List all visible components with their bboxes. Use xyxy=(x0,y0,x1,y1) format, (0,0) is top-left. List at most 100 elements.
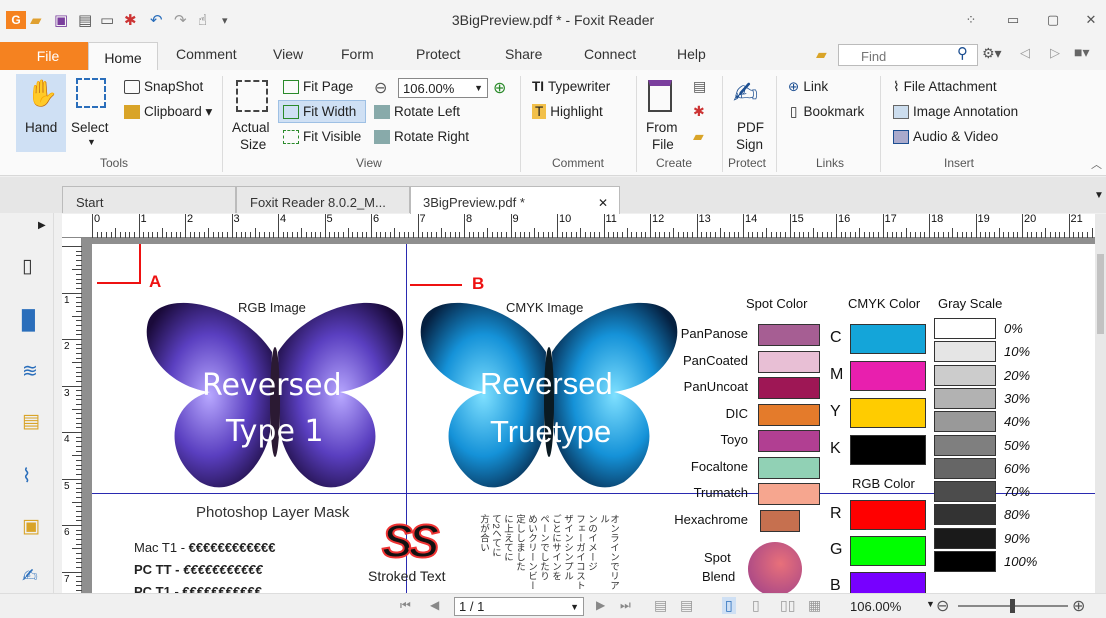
attachment-icon[interactable]: ⌇ xyxy=(22,465,31,488)
select-dropdown-icon[interactable]: ▼ xyxy=(87,137,96,147)
page-number-input[interactable]: 1 / 1 ▼ xyxy=(454,597,584,616)
ruler-minor-tick xyxy=(72,501,82,503)
spot-color-swatch xyxy=(758,350,820,373)
collapse-ribbon-icon[interactable]: ︿ xyxy=(1091,156,1102,172)
ruler-tick xyxy=(789,214,791,238)
links-group-label: Links xyxy=(816,156,845,170)
reversed-type1-line2: Type 1 xyxy=(226,414,324,449)
tab-view[interactable]: View xyxy=(273,46,303,62)
zoom-slider-thumb[interactable] xyxy=(1010,599,1015,613)
from-file-button[interactable]: From xyxy=(646,120,678,135)
gray-swatch xyxy=(934,364,996,386)
search-icon[interactable]: ⚲ xyxy=(957,44,968,62)
zoom-in-icon[interactable]: ⊕ xyxy=(493,78,506,98)
mac-t1-line: Mac T1 - €€€€€€€€€€€€ xyxy=(134,540,275,555)
last-page-icon[interactable]: ⏭ xyxy=(620,598,631,613)
tab-3bigpreview[interactable]: 3BigPreview.pdf * xyxy=(423,195,525,210)
pdf-sign-button[interactable]: PDF xyxy=(737,120,764,135)
image-annotation-button[interactable]: Image Annotation xyxy=(893,104,1018,120)
audio-video-button[interactable]: Audio & Video xyxy=(893,129,998,145)
ruler-tick xyxy=(650,214,651,238)
zoom-in-status-icon[interactable]: ⊕ xyxy=(1072,596,1085,616)
expand-panel-icon[interactable]: ▶ xyxy=(38,220,46,231)
tab-protect[interactable]: Protect xyxy=(416,46,460,62)
snapshot-label: SnapShot xyxy=(144,79,204,94)
ruler-tick xyxy=(836,214,837,238)
zoom-out-icon[interactable]: ⊖ xyxy=(374,78,387,98)
clipboard-button[interactable]: Clipboard ▾ xyxy=(124,104,212,120)
highlight-button[interactable]: T Highlight xyxy=(532,104,603,119)
forward-icon[interactable]: ▷ xyxy=(1050,45,1060,61)
facing-icon[interactable]: ▯▯ xyxy=(780,597,795,614)
rgb-letter: R xyxy=(830,505,842,522)
document-canvas[interactable]: A B RGB Image Reversed Type 1 CMYK Image… xyxy=(82,238,1095,593)
fit-page-button[interactable]: Fit Page xyxy=(283,79,353,95)
tab-comment[interactable]: Comment xyxy=(176,46,237,62)
next-view-icon[interactable]: ▤ xyxy=(680,597,693,614)
zoom-level[interactable]: 106.00% xyxy=(850,599,901,614)
close-tab-icon[interactable]: ✕ xyxy=(598,196,608,210)
close-button[interactable]: ✕ xyxy=(1076,8,1106,32)
security-lock-icon[interactable]: ▣ xyxy=(22,515,40,538)
tab-form[interactable]: Form xyxy=(341,46,374,62)
rotate-left-button[interactable]: Rotate Left xyxy=(374,104,460,120)
tab-list-icon[interactable]: ▼ xyxy=(1094,190,1104,201)
account-icon[interactable]: ■▾ xyxy=(1074,44,1089,61)
gray-swatch xyxy=(934,387,996,409)
ruler-minor-tick xyxy=(72,315,82,317)
zoom-select[interactable]: 106.00% ▼ xyxy=(398,78,488,98)
rotate-right-button[interactable]: Rotate Right xyxy=(374,129,469,145)
gray-percent: 100% xyxy=(1004,554,1038,569)
maximize-button[interactable]: ▢ xyxy=(1038,8,1068,32)
actual-size-button[interactable]: Actual xyxy=(232,120,270,135)
pages-icon[interactable]: ▉ xyxy=(22,310,37,333)
create-new-icon[interactable]: ✱ xyxy=(693,103,705,120)
continuous-facing-icon[interactable]: ▦ xyxy=(808,597,821,614)
cmyk-swatch xyxy=(850,324,926,354)
link-button[interactable]: ⊕ Link xyxy=(788,79,828,95)
signature-icon[interactable]: ✍ xyxy=(22,565,38,588)
fit-width-button[interactable]: Fit Width xyxy=(283,104,356,120)
ribbon-display-icon[interactable]: ⁘ xyxy=(956,8,986,32)
typewriter-icon: TI xyxy=(532,79,544,94)
typewriter-button[interactable]: TI Typewriter xyxy=(532,79,610,94)
snapshot-button[interactable]: SnapShot xyxy=(124,79,204,95)
layers-icon[interactable]: ≋ xyxy=(22,360,38,383)
folder-search-icon[interactable]: ▰ xyxy=(816,46,827,63)
vertical-scrollbar[interactable] xyxy=(1095,214,1106,593)
ruler-number: 3 xyxy=(64,387,70,399)
ruler-number: 9 xyxy=(512,213,519,225)
fit-visible-button[interactable]: Fit Visible xyxy=(283,129,361,145)
tab-start[interactable]: Start xyxy=(76,195,103,210)
file-tab[interactable]: File xyxy=(0,42,96,70)
next-page-icon[interactable]: ▶ xyxy=(596,598,605,612)
tab-help[interactable]: Help xyxy=(677,46,706,62)
scroll-thumb[interactable] xyxy=(1097,254,1104,334)
comments-icon[interactable]: ▤ xyxy=(22,410,40,433)
tab-home[interactable]: Home xyxy=(88,42,158,72)
bookmark-button[interactable]: ▯ Bookmark xyxy=(790,104,864,120)
continuous-icon[interactable]: ▯ xyxy=(752,597,760,614)
previous-page-icon[interactable]: ◀ xyxy=(430,598,439,612)
tab-connect[interactable]: Connect xyxy=(584,46,636,62)
zoom-menu-icon[interactable]: ▼ xyxy=(926,599,935,609)
bookmark-icon: ▯ xyxy=(790,104,798,119)
minimize-button[interactable]: ▭ xyxy=(998,8,1028,32)
file-attachment-button[interactable]: ⌇ File Attachment xyxy=(893,79,997,95)
ruler-tick xyxy=(510,214,512,238)
ruler-tick xyxy=(1022,214,1023,238)
single-page-icon[interactable]: ▯ xyxy=(722,597,736,614)
ruler-minor-tick xyxy=(394,228,396,238)
tab-foxit-reader[interactable]: Foxit Reader 8.0.2_M... xyxy=(250,195,386,210)
previous-view-icon[interactable]: ▤ xyxy=(654,597,667,614)
gray-swatch xyxy=(934,457,996,479)
select-button[interactable]: Select xyxy=(71,120,109,135)
page-thumbnail-icon[interactable]: ▯ xyxy=(22,255,32,278)
tab-share[interactable]: Share xyxy=(505,46,542,62)
gear-icon[interactable]: ⚙▾ xyxy=(982,45,1002,62)
create-combine-icon[interactable]: ▰ xyxy=(693,128,704,145)
back-icon[interactable]: ◁ xyxy=(1020,45,1030,61)
zoom-out-status-icon[interactable]: ⊖ xyxy=(936,596,949,616)
create-blank-icon[interactable]: ▤ xyxy=(693,78,706,95)
first-page-icon[interactable]: ⏮ xyxy=(400,598,411,613)
